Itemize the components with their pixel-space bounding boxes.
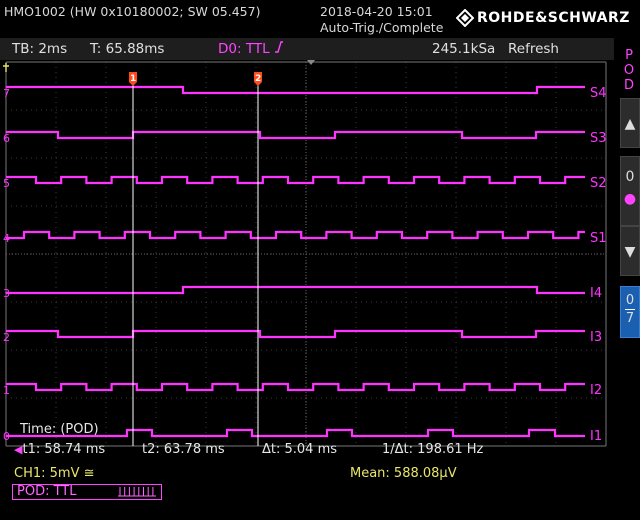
pod-select-button[interactable]: 0 ●: [620, 156, 640, 226]
cursor-delta-readout: Δt: 5.04 ms: [262, 442, 338, 457]
triangle-up-icon: ▲: [624, 116, 636, 132]
pod-bits-icon: [117, 486, 157, 501]
trigger-time[interactable]: T: 65.88ms: [90, 41, 164, 57]
trigger-source[interactable]: D0: TTL: [218, 41, 284, 57]
trigger-source-label: D0: TTL: [218, 41, 270, 57]
pod-letter-p: P: [625, 48, 633, 63]
ch1-scale-value: CH1: 5mV: [14, 466, 80, 481]
brand-name: ROHDE&SCHWARZ: [477, 10, 630, 26]
digit-zero: 0: [625, 169, 635, 185]
range-divider: [625, 309, 635, 310]
timebase[interactable]: TB: 2ms: [12, 41, 67, 57]
channel-label-s3: S3: [590, 131, 607, 146]
pod-side-label: P O D: [618, 48, 640, 93]
channel-label-i1: I1: [590, 429, 602, 444]
channel-label-i3: I3: [590, 330, 602, 345]
active-dot-icon: ●: [623, 191, 637, 207]
bit-index-5: 5: [3, 177, 10, 190]
scroll-up-button[interactable]: ▲: [620, 98, 640, 148]
cursor-1-label: 1: [130, 74, 136, 84]
datetime: 2018-04-20 15:01: [320, 4, 433, 19]
channel-label-s1: S1: [590, 231, 607, 246]
rising-edge-icon: [274, 41, 284, 57]
bit-index-7: 7: [3, 87, 10, 100]
channel-label-s4: S4: [590, 86, 607, 101]
pod-range-button[interactable]: 0 7: [620, 286, 640, 338]
acquisition-status: Auto-Trig./Complete: [320, 20, 444, 35]
ch1-scale[interactable]: CH1: 5mV ≅: [14, 466, 95, 481]
channel-label-i4: I4: [590, 286, 602, 301]
bit-index-0: 0: [3, 430, 10, 443]
pod-letter-d: D: [623, 78, 634, 93]
cursor-t2-readout: t2: 63.78 ms: [142, 442, 225, 457]
coupling-icon: ≅: [83, 466, 95, 481]
t1-value: t1: 58.74 ms: [22, 442, 106, 457]
brand-logo-icon: [455, 8, 475, 28]
cursor-frequency-readout: 1/Δt: 198.61 Hz: [382, 442, 484, 457]
cursor-2-label: 2: [255, 74, 261, 84]
channel-label-i2: I2: [590, 383, 602, 398]
cursor-t1-readout: ◀t1: 58.74 ms: [14, 442, 105, 457]
sample-rate: 245.1kSa: [432, 41, 496, 57]
pod-settings[interactable]: POD: TTL: [12, 484, 162, 500]
triangle-down-icon: ▼: [624, 244, 636, 260]
pod-setting-label: POD: TTL: [17, 484, 77, 499]
waveform-display[interactable]: S4 7 S3 6 S2 5 S1 4 I4 3 I3 2 I2 1 I1 0 1 2: [0, 60, 614, 448]
bit-index-2: 2: [3, 331, 10, 344]
bit-index-4: 4: [3, 232, 10, 245]
time-source-readout: Time: (POD): [20, 422, 99, 437]
pod-letter-o: O: [623, 63, 635, 78]
range-bottom: 7: [625, 311, 635, 326]
channel-label-s2: S2: [590, 176, 607, 191]
range-top: 0: [625, 293, 635, 308]
acquisition-mode[interactable]: Refresh: [508, 41, 559, 57]
bit-index-3: 3: [3, 287, 10, 300]
bit-index-6: 6: [3, 132, 10, 145]
mean-measurement: Mean: 588.08µV: [350, 466, 457, 481]
bit-index-1: 1: [3, 384, 10, 397]
scroll-down-button[interactable]: ▼: [620, 226, 640, 276]
device-info: HMO1002 (HW 0x10180002; SW 05.457): [4, 4, 261, 19]
